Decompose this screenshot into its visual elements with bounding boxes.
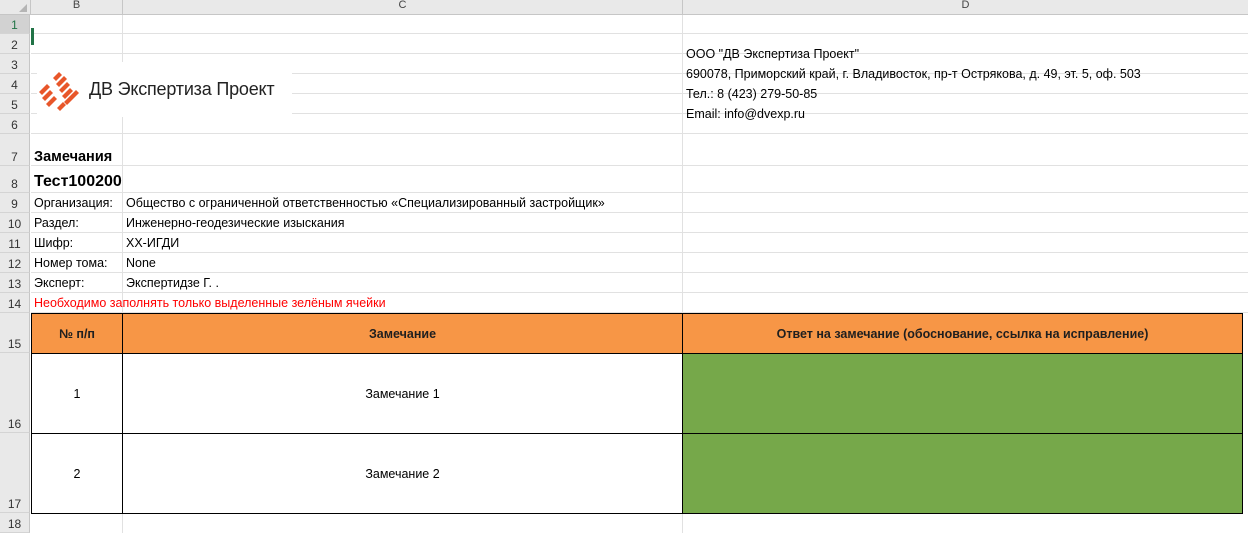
table-row-2-number[interactable]: 2	[31, 433, 123, 514]
gridline	[682, 513, 683, 533]
table-row-1-number[interactable]: 1	[31, 353, 123, 434]
gridline	[31, 252, 1248, 253]
row-header-18[interactable]: 18	[0, 513, 30, 533]
row-header-5[interactable]: 5	[0, 94, 30, 114]
column-header-b[interactable]: B	[31, 0, 123, 14]
fill-instruction-note[interactable]: Необходимо заполнять только выделенные з…	[31, 293, 386, 313]
row-header-14[interactable]: 14	[0, 293, 30, 313]
table-header-answer[interactable]: Ответ на замечание (обоснование, ссылка …	[682, 313, 1243, 354]
field-label-code[interactable]: Шифр:	[31, 233, 73, 253]
table-row-1-answer-input[interactable]	[682, 353, 1243, 434]
field-label-volume[interactable]: Номер тома:	[31, 253, 108, 273]
field-value-code[interactable]: ХХ-ИГДИ	[123, 233, 179, 253]
field-label-section[interactable]: Раздел:	[31, 213, 79, 233]
company-logo: ДВ Экспертиза Проект	[37, 62, 292, 117]
row-header-9[interactable]: 9	[0, 193, 30, 213]
company-email[interactable]: Email: info@dvexp.ru	[683, 104, 805, 124]
field-label-expert[interactable]: Эксперт:	[31, 273, 84, 293]
field-value-section[interactable]: Инженерно-геодезические изыскания	[123, 213, 345, 233]
select-all-triangle-icon	[19, 4, 27, 12]
table-row-1-remark[interactable]: Замечание 1	[122, 353, 683, 434]
row-header-1[interactable]: 1	[0, 15, 30, 34]
company-address[interactable]: 690078, Приморский край, г. Владивосток,…	[683, 64, 1141, 84]
row-header-10[interactable]: 10	[0, 213, 30, 233]
table-row-2-answer-input[interactable]	[682, 433, 1243, 514]
row-header-4[interactable]: 4	[0, 74, 30, 94]
row-header-16[interactable]: 16	[0, 353, 30, 433]
row-header-6[interactable]: 6	[0, 114, 30, 134]
field-label-organization[interactable]: Организация:	[31, 193, 113, 213]
gridline	[31, 53, 1248, 54]
active-cell-indicator[interactable]	[31, 28, 34, 45]
field-value-expert[interactable]: Экспертидзе Г. .	[123, 273, 219, 293]
row-header-2[interactable]: 2	[0, 34, 30, 54]
row-header-7[interactable]: 7	[0, 134, 30, 166]
table-row-2-remark[interactable]: Замечание 2	[122, 433, 683, 514]
gridline	[31, 33, 1248, 34]
company-name[interactable]: ООО "ДВ Экспертиза Проект"	[683, 44, 859, 64]
gridline	[31, 165, 1248, 166]
row-header-17[interactable]: 17	[0, 433, 30, 513]
gridline	[122, 513, 123, 533]
select-all-corner[interactable]	[0, 0, 31, 14]
row-header-12[interactable]: 12	[0, 253, 30, 273]
row-header-3[interactable]: 3	[0, 54, 30, 74]
logo-text: ДВ Экспертиза Проект	[89, 79, 275, 99]
document-id[interactable]: Тест100200	[31, 170, 122, 194]
gridline	[31, 133, 1248, 134]
row-header-13[interactable]: 13	[0, 273, 30, 293]
table-header-number[interactable]: № п/п	[31, 313, 123, 354]
page-title[interactable]: Замечания	[31, 146, 112, 168]
row-header-8[interactable]: 8	[0, 166, 30, 193]
table-header-remark[interactable]: Замечание	[122, 313, 683, 354]
field-value-organization[interactable]: Общество с ограниченной ответственностью…	[123, 193, 605, 213]
company-phone[interactable]: Тел.: 8 (423) 279-50-85	[683, 84, 817, 104]
dv-logo-icon	[39, 71, 79, 111]
column-header-d[interactable]: D	[683, 0, 1248, 14]
column-header-c[interactable]: C	[123, 0, 683, 14]
field-value-volume[interactable]: None	[123, 253, 156, 273]
row-header-15[interactable]: 15	[0, 313, 30, 353]
row-header-11[interactable]: 11	[0, 233, 30, 253]
